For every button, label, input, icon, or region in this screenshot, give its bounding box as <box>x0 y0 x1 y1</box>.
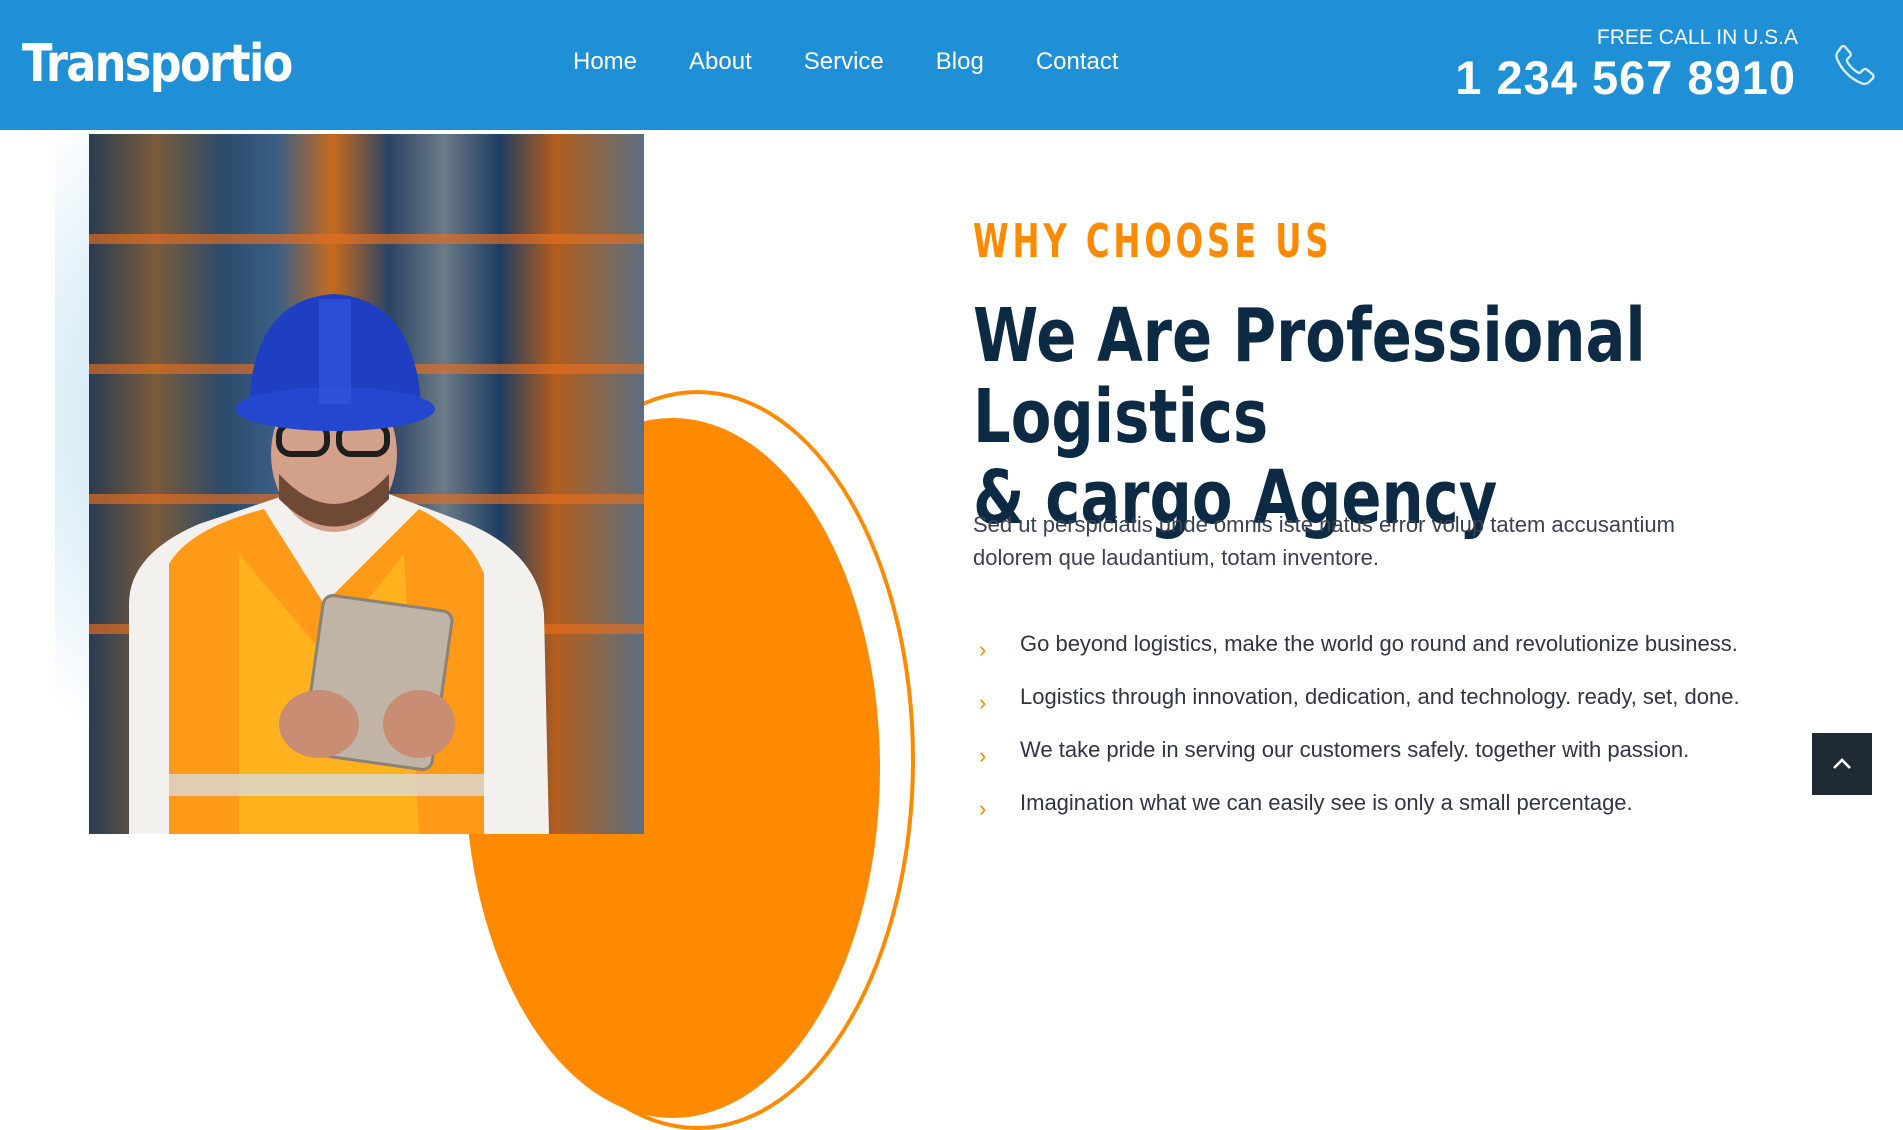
back-to-top-button[interactable] <box>1812 733 1872 795</box>
list-item: › Imagination what we can easily see is o… <box>973 787 1740 840</box>
chevron-right-icon: › <box>979 637 987 662</box>
section-description: Sed ut perspiciatis unde omnis iste natu… <box>973 508 1823 574</box>
feature-text: We take pride in serving our customers s… <box>1020 737 1690 762</box>
nav-blog[interactable]: Blog <box>936 48 984 76</box>
feature-text: Go beyond logistics, make the world go r… <box>1020 631 1738 656</box>
feature-text: Logistics through innovation, dedication… <box>1020 684 1740 709</box>
phone-icon[interactable] <box>1827 40 1879 92</box>
chevron-up-icon <box>1833 758 1851 769</box>
worker-illustration <box>129 294 549 834</box>
nav-about[interactable]: About <box>689 48 752 76</box>
worker-photo <box>89 134 644 834</box>
chevron-right-icon: › <box>979 743 987 768</box>
site-header: Transportio Home About Service Blog Cont… <box>0 0 1903 130</box>
chevron-right-icon: › <box>979 690 987 715</box>
list-item: › Logistics through innovation, dedicatio… <box>973 681 1740 734</box>
phone-number[interactable]: 1 234 567 8910 <box>1455 50 1796 105</box>
section-headline: We Are Professional Logistics & cargo Ag… <box>973 296 1773 539</box>
description-line-2: dolorem que laudantium, totam inventore. <box>973 545 1380 570</box>
headline-line-1: We Are Professional Logistics <box>973 293 1646 460</box>
nav-home[interactable]: Home <box>573 48 637 76</box>
description-line-1: Sed ut perspiciatis unde omnis iste natu… <box>973 512 1675 537</box>
nav-contact[interactable]: Contact <box>1036 48 1119 76</box>
list-item: › We take pride in serving our customers … <box>973 734 1740 787</box>
main-nav: Home About Service Blog Contact <box>573 48 1171 76</box>
free-call-label: FREE CALL IN U.S.A <box>1596 26 1798 49</box>
chevron-right-icon: › <box>979 796 987 821</box>
nav-service[interactable]: Service <box>804 48 884 76</box>
list-item: › Go beyond logistics, make the world go … <box>973 628 1740 681</box>
feature-text: Imagination what we can easily see is on… <box>1020 790 1633 815</box>
logo[interactable]: Transportio <box>22 34 293 94</box>
features-list: › Go beyond logistics, make the world go … <box>973 628 1740 840</box>
section-eyebrow: WHY CHOOSE US <box>973 214 1333 268</box>
